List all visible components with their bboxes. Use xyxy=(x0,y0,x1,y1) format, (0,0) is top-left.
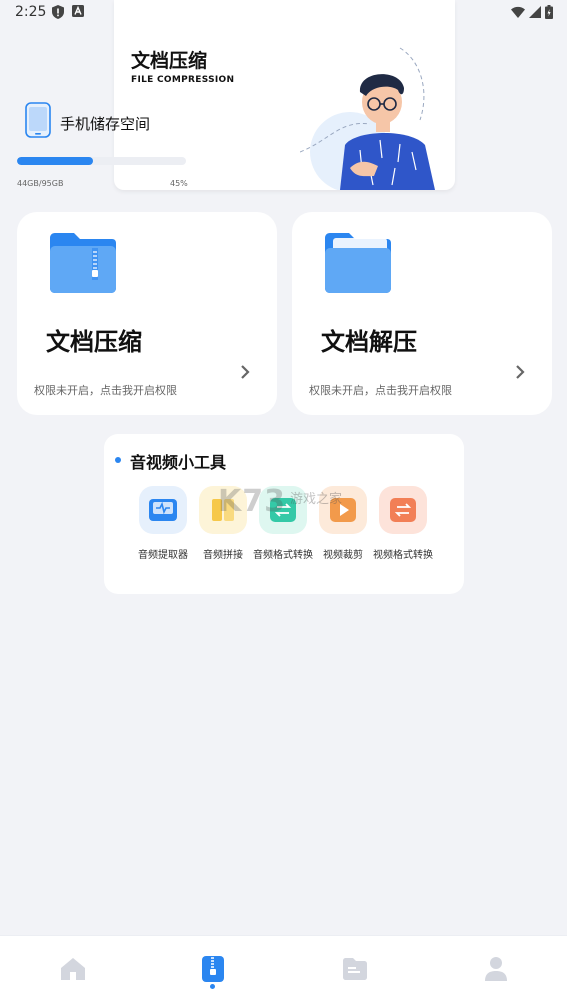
nav-profile[interactable] xyxy=(481,954,511,984)
signal-icon xyxy=(529,6,541,18)
battery-icon xyxy=(545,5,553,19)
tool-label: 视频格式转换 xyxy=(373,550,433,561)
banner-title: 文档压缩 xyxy=(131,50,208,72)
section-dot xyxy=(115,457,121,463)
compress-card-title: 文档压缩 xyxy=(46,328,142,356)
decompress-card-desc: 权限未开启，点击我开启权限 xyxy=(309,384,452,397)
nav-home[interactable] xyxy=(58,954,88,984)
storage-progress-bar xyxy=(17,157,186,165)
av-tools-title: 音视频小工具 xyxy=(130,453,227,472)
storage-progress-fill xyxy=(17,157,94,165)
storage-used-total: 44GB/95GB xyxy=(17,179,64,188)
file-manager-icon xyxy=(343,958,367,980)
video-convert-icon xyxy=(379,486,427,534)
shield-alert-icon xyxy=(52,5,64,19)
storage-label: 手机储存空间 xyxy=(60,115,151,133)
audio-extract-icon xyxy=(139,486,187,534)
compress-card[interactable]: 文档压缩 权限未开启，点击我开启权限 xyxy=(17,212,277,415)
a-letter-icon xyxy=(72,5,84,17)
zip-folder-icon xyxy=(50,233,116,293)
chevron-right-icon xyxy=(516,365,525,379)
nav-documents[interactable] xyxy=(198,954,228,984)
profile-icon xyxy=(485,957,507,981)
storage-percent: 45% xyxy=(170,179,188,188)
watermark-logo: K73 xyxy=(218,484,286,519)
compress-card-desc: 权限未开启，点击我开启权限 xyxy=(34,384,177,397)
bottom-nav xyxy=(0,935,567,1006)
phone-icon xyxy=(25,102,51,138)
decompress-card-title: 文档解压 xyxy=(321,328,417,356)
wifi-icon xyxy=(511,6,525,18)
watermark-text: 游戏之家 xyxy=(290,492,343,507)
person-illustration xyxy=(300,47,435,190)
banner-subtitle: FILE COMPRESSION xyxy=(131,75,235,85)
chevron-right-icon xyxy=(241,365,250,379)
document-zip-icon xyxy=(202,956,224,982)
open-folder-icon xyxy=(325,233,391,293)
home-icon xyxy=(61,958,85,980)
nav-files[interactable] xyxy=(340,954,370,984)
tool-video-convert[interactable]: 视频格式转换 xyxy=(368,486,438,561)
status-time: 2:25 xyxy=(15,4,47,20)
decompress-card[interactable]: 文档解压 权限未开启，点击我开启权限 xyxy=(292,212,552,415)
nav-active-dot xyxy=(210,984,215,989)
